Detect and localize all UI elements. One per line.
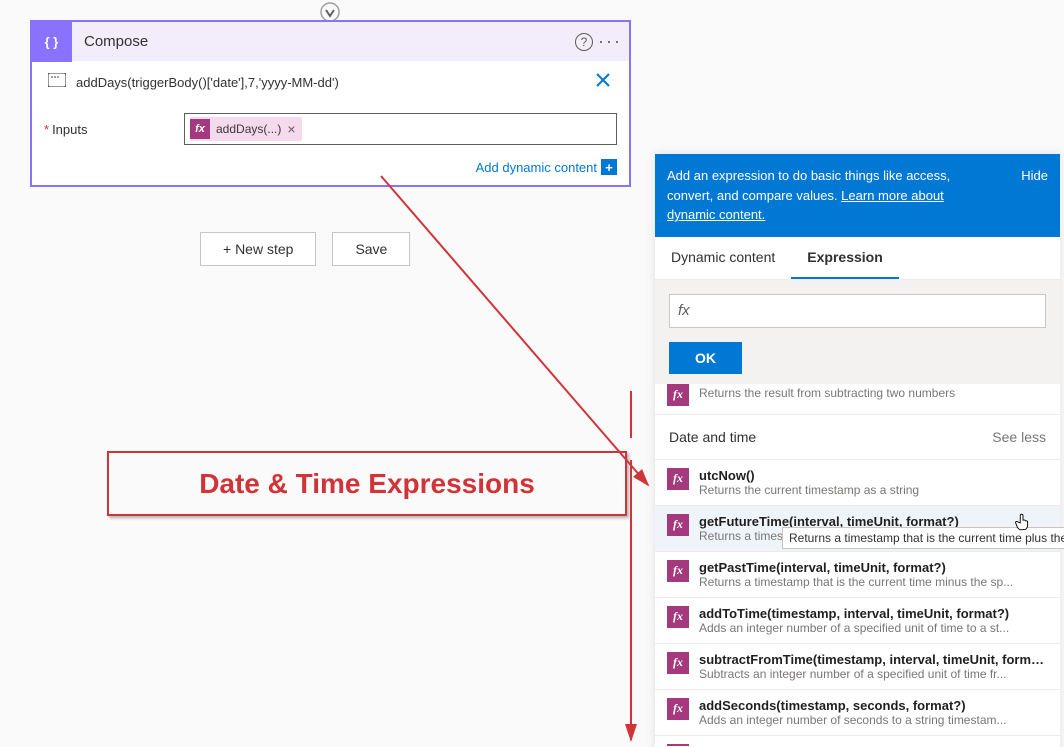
new-step-button[interactable]: + New step	[200, 232, 316, 266]
expression-preview-icon	[48, 73, 66, 92]
help-icon: ?	[575, 33, 593, 51]
func-addtotime[interactable]: fx addToTime(timestamp, interval, timeUn…	[655, 598, 1060, 644]
function-tooltip: Returns a timestamp that is the current …	[782, 527, 1064, 549]
expression-input-row: fx	[655, 280, 1060, 336]
panel-header-text: Add an expression to do basic things lik…	[667, 166, 967, 225]
dynamic-content-panel: Add an expression to do basic things lik…	[655, 154, 1060, 747]
func-addseconds[interactable]: fx addSeconds(timestamp, seconds, format…	[655, 690, 1060, 736]
fx-icon: fx	[667, 384, 689, 406]
flow-buttons: + New step Save	[200, 232, 410, 266]
compose-icon: { }	[32, 22, 72, 62]
func-subtractfromtime[interactable]: fx subtractFromTime(timestamp, interval,…	[655, 644, 1060, 690]
annotation-text: Date & Time Expressions	[199, 468, 535, 500]
func-name: subtractFromTime(timestamp, interval, ti…	[699, 652, 1048, 667]
previous-category-tail: fx Returns the result from subtracting t…	[655, 384, 1060, 414]
func-getpasttime[interactable]: fx getPastTime(interval, timeUnit, forma…	[655, 552, 1060, 598]
inputs-row: *Inputs fx addDays(...) ×	[32, 103, 629, 155]
func-name: addMinutes(timestamp, minutes, format?)	[699, 744, 1048, 746]
panel-tabs: Dynamic content Expression	[655, 237, 1060, 280]
fx-icon: fx	[667, 514, 689, 536]
save-button[interactable]: Save	[332, 232, 410, 266]
section-title: Date and time	[669, 429, 756, 445]
func-desc: Adds an integer number of a specified un…	[699, 621, 1048, 635]
add-dynamic-content-row: Add dynamic content +	[32, 155, 629, 185]
add-dynamic-content-link[interactable]: Add dynamic content	[476, 160, 597, 175]
func-name: addToTime(timestamp, interval, timeUnit,…	[699, 606, 1048, 621]
help-button[interactable]: ?	[573, 28, 601, 56]
func-desc: Adds an integer number of seconds to a s…	[699, 713, 1048, 727]
func-name: getPastTime(interval, timeUnit, format?)	[699, 560, 1048, 575]
expression-input[interactable]: fx	[669, 294, 1046, 328]
ok-button[interactable]: OK	[669, 342, 742, 374]
expression-token[interactable]: fx addDays(...) ×	[190, 117, 302, 141]
panel-header: Add an expression to do basic things lik…	[655, 154, 1060, 237]
tab-expression[interactable]: Expression	[791, 237, 898, 279]
fx-icon: fx	[190, 119, 210, 139]
close-formula-button[interactable]	[595, 72, 613, 93]
inputs-label-text: Inputs	[52, 122, 87, 137]
func-addminutes[interactable]: fx addMinutes(timestamp, minutes, format…	[655, 736, 1060, 746]
fx-icon: fx	[667, 652, 689, 674]
formula-text: addDays(triggerBody()['date'],7,'yyyy-MM…	[76, 75, 595, 90]
see-less-link[interactable]: See less	[992, 429, 1046, 445]
action-header: { } Compose ? ···	[32, 22, 629, 62]
func-name: addSeconds(timestamp, seconds, format?)	[699, 698, 1048, 713]
section-header-date-time: Date and time See less	[655, 414, 1060, 460]
formula-bar: addDays(triggerBody()['date'],7,'yyyy-MM…	[32, 62, 629, 103]
func-desc: Returns the current timestamp as a strin…	[699, 483, 1048, 497]
inputs-label: *Inputs	[44, 122, 184, 137]
func-desc: Returns a timestamp that is the current …	[699, 575, 1048, 589]
fx-prefix-icon: fx	[678, 302, 690, 319]
fx-icon: fx	[667, 560, 689, 582]
fx-icon: fx	[667, 698, 689, 720]
action-title: Compose	[72, 33, 573, 50]
previous-func-desc: Returns the result from subtracting two …	[699, 384, 955, 400]
compose-action-card: { } Compose ? ··· addDays(triggerBody()[…	[30, 20, 631, 187]
func-utcnow[interactable]: fx utcNow() Returns the current timestam…	[655, 460, 1060, 506]
hide-panel-button[interactable]: Hide	[1021, 166, 1048, 225]
remove-token-button[interactable]: ×	[287, 121, 295, 137]
function-list[interactable]: fx Returns the result from subtracting t…	[655, 384, 1060, 746]
tab-dynamic-content[interactable]: Dynamic content	[655, 237, 791, 279]
func-desc: Subtracts an integer number of a specifi…	[699, 667, 1048, 681]
annotation-box: Date & Time Expressions	[107, 451, 627, 516]
more-menu-button[interactable]: ···	[601, 28, 629, 56]
svg-text:{ }: { }	[45, 34, 59, 49]
func-name: utcNow()	[699, 468, 1048, 483]
fx-icon: fx	[667, 606, 689, 628]
inputs-field[interactable]: fx addDays(...) ×	[184, 113, 617, 145]
fx-icon: fx	[667, 744, 689, 746]
token-text: addDays(...)	[216, 122, 281, 136]
fx-icon: fx	[667, 468, 689, 490]
add-dynamic-content-badge[interactable]: +	[601, 159, 617, 175]
ok-row: OK	[655, 336, 1060, 384]
